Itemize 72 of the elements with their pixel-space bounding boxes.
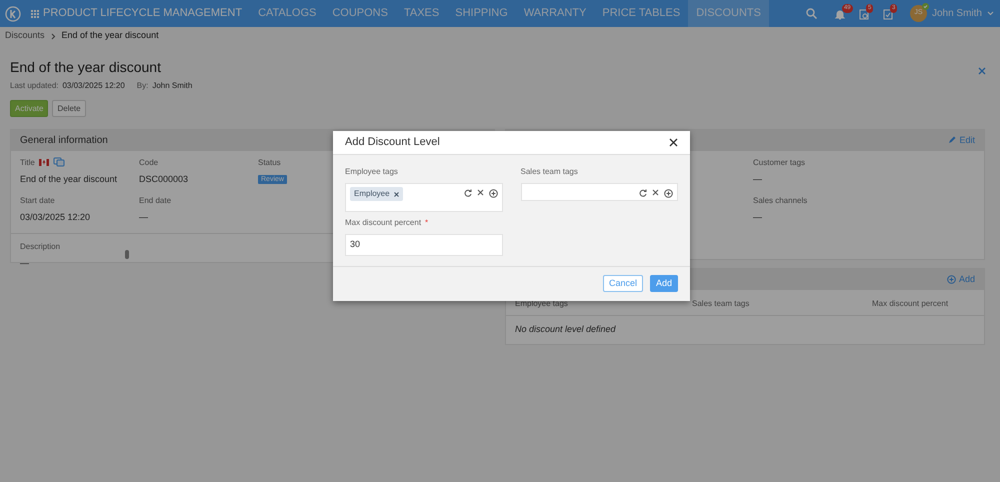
column-header: Max discount percent [872, 298, 950, 310]
check-icon [922, 3, 929, 10]
nav-tab[interactable]: DISCOUNTS [688, 0, 769, 27]
number-field[interactable]: 30 [345, 234, 502, 256]
field-label: Max discount percent [345, 217, 422, 229]
refresh-icon[interactable] [639, 189, 647, 197]
field-label: Employee tags [345, 166, 399, 178]
activate-button[interactable]: Activate [10, 100, 48, 117]
search-icon[interactable] [806, 8, 817, 19]
field-label: Customer tags [753, 156, 806, 169]
user-menu[interactable]: John Smith [932, 6, 982, 21]
apps-grid-icon[interactable] [31, 10, 39, 18]
nav-tab[interactable]: WARRANTY [516, 0, 594, 27]
tags-field[interactable] [520, 183, 678, 201]
breadcrumb-link[interactable]: Discounts [5, 29, 45, 43]
bell-icon[interactable] [834, 8, 846, 20]
delete-button[interactable]: Delete [52, 100, 86, 117]
scroll-handle[interactable] [125, 250, 129, 259]
tag-label: Employee [354, 188, 390, 200]
refresh-icon[interactable] [464, 189, 472, 197]
meta-label: Last updated: [10, 80, 58, 92]
required-mark: * [425, 217, 428, 229]
nav-tab[interactable]: COUPONS [324, 0, 396, 27]
close-icon[interactable] [669, 138, 678, 147]
field-value: DSC000003 [139, 172, 190, 186]
flag-icon [38, 159, 49, 166]
field-label: Code [139, 156, 158, 169]
pencil-icon [948, 136, 956, 144]
add-link[interactable]: Add [946, 272, 975, 286]
meta-value: 03/03/2025 12:20 [62, 80, 125, 92]
nav-tab[interactable]: CATALOGS [250, 0, 324, 27]
meta-value: John Smith [152, 80, 192, 92]
field-label: Start date [20, 195, 55, 208]
plus-circle-icon [946, 274, 956, 284]
field-value: — [753, 211, 763, 224]
field-label: Title [20, 156, 35, 169]
clear-icon[interactable] [476, 189, 484, 196]
field-label: Sales team tags [520, 166, 579, 178]
clear-icon[interactable] [652, 189, 659, 196]
page-title: End of the year discount [10, 59, 162, 76]
column-header: Employee tags [515, 298, 569, 310]
add-circle-icon[interactable] [664, 189, 673, 198]
clipboard-check-icon[interactable] [882, 8, 894, 20]
translate-icon[interactable] [52, 157, 65, 168]
add-circle-icon[interactable] [488, 189, 498, 198]
field-label: Status [258, 156, 281, 169]
add-button[interactable]: Add [650, 275, 678, 292]
field-value: — [753, 172, 763, 186]
meta-label: By: [136, 80, 148, 92]
field-value: 03/03/2025 12:20 [20, 211, 92, 224]
edit-link[interactable]: Edit [948, 134, 975, 148]
nav-tab[interactable]: TAXES [396, 0, 448, 27]
breadcrumb-current: End of the year discount [62, 29, 159, 42]
card-title: General information [20, 134, 108, 148]
empty-message: No discount level defined [514, 322, 617, 336]
column-header: Sales team tags [692, 298, 750, 310]
field-label: Description [20, 240, 62, 253]
field-label: Sales channels [753, 195, 808, 208]
field-value: — [20, 256, 30, 270]
field-value: — [139, 211, 149, 224]
nav-tab[interactable]: SHIPPING [447, 0, 516, 27]
remove-icon[interactable] [394, 192, 399, 196]
caret-icon[interactable] [987, 11, 994, 16]
field-label: End date [139, 195, 172, 208]
logo-icon[interactable] [5, 6, 21, 22]
clipboard-clock-icon[interactable] [858, 8, 870, 20]
tags-field[interactable]: Employee [345, 183, 502, 212]
chevron-icon [50, 32, 56, 40]
field-value: End of the year discount [20, 172, 118, 186]
app-title[interactable]: PRODUCT LIFECYCLE MANAGEMENT [43, 5, 242, 22]
dialog-title: Add Discount Level [345, 135, 440, 150]
cancel-button[interactable]: Cancel [602, 275, 643, 292]
